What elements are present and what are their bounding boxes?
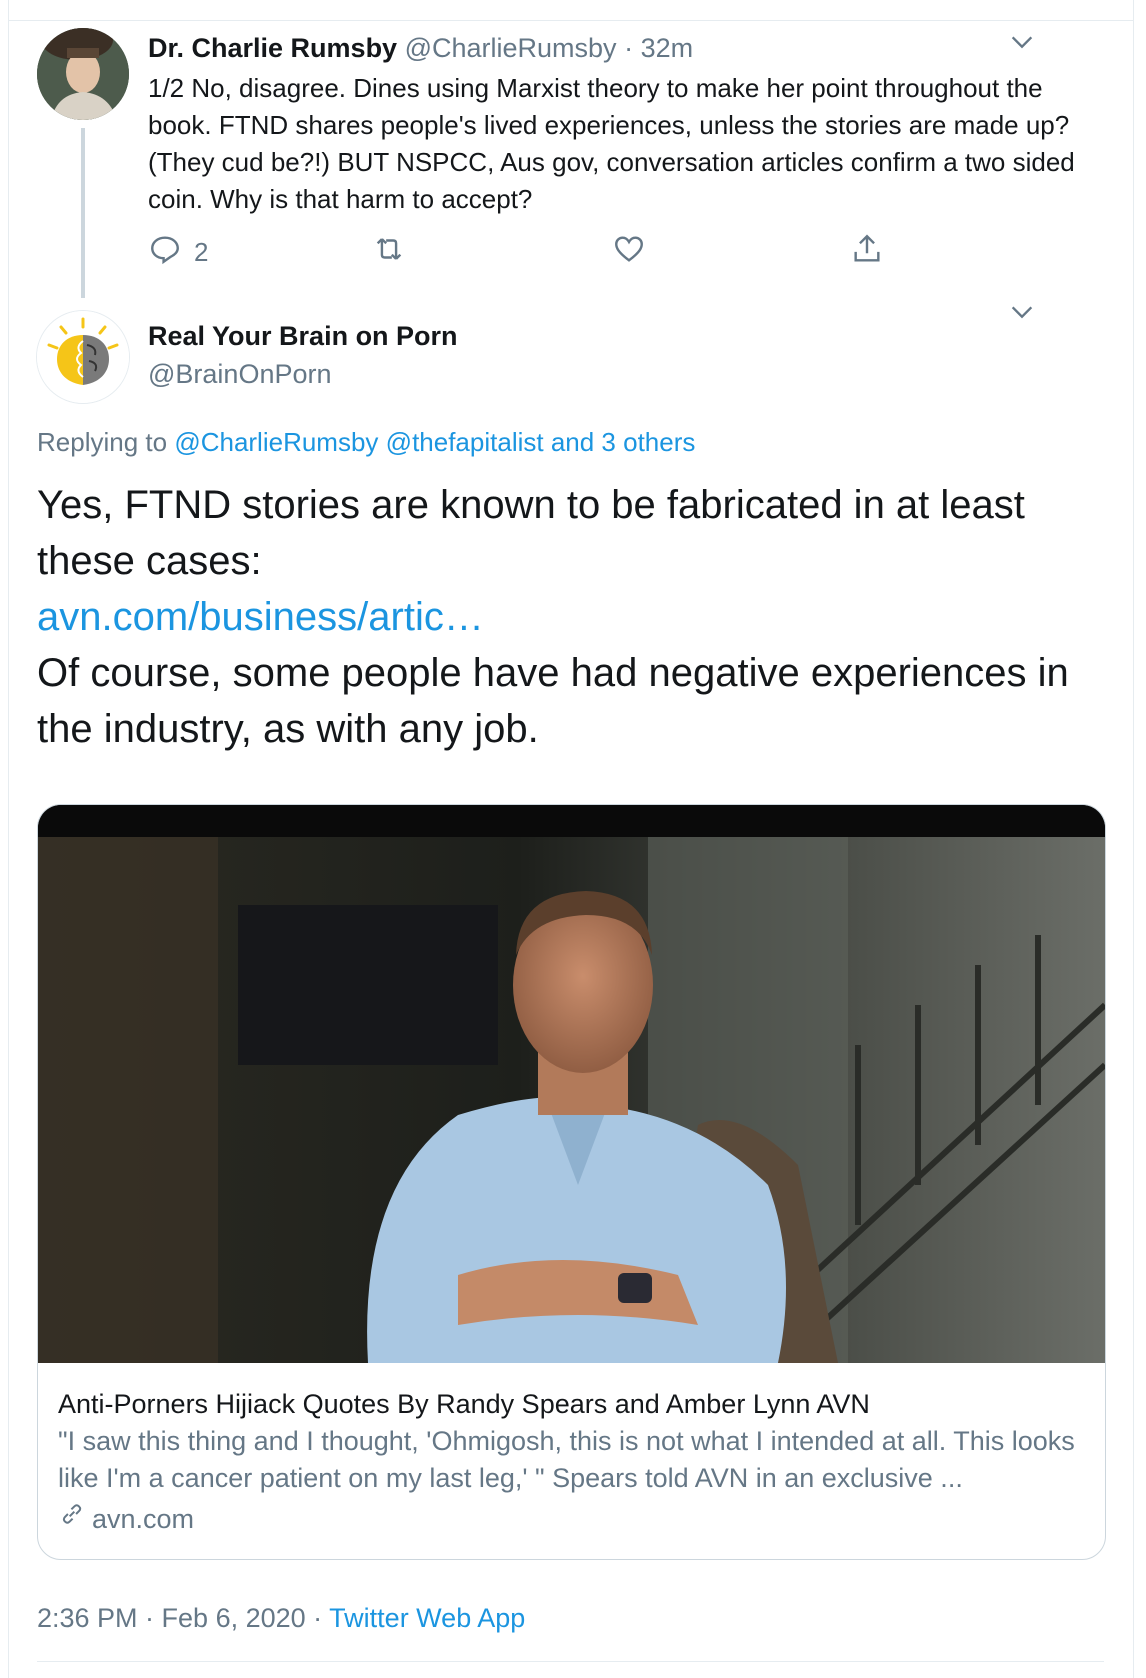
timeline-left-border [8, 0, 9, 1678]
reply-chevron-down-icon[interactable] [1008, 298, 1036, 333]
card-description: "I saw this thing and I thought, 'Ohmigo… [58, 1426, 1075, 1493]
bottom-divider [37, 1661, 1104, 1662]
link-icon [58, 1499, 86, 1539]
reply-tweet-text: Yes, FTND stories are known to be fabric… [37, 477, 1127, 757]
reply-display-name[interactable]: Real Your Brain on Porn [148, 318, 458, 354]
parent-display-name[interactable]: Dr. Charlie Rumsby [148, 33, 397, 63]
chevron-down-icon[interactable] [1008, 28, 1036, 63]
tweet-meta: 2:36 PM · Feb 6, 2020 · Twitter Web App [37, 1600, 525, 1636]
card-domain: avn.com [92, 1504, 195, 1534]
like-button[interactable] [612, 232, 646, 273]
like-icon [612, 232, 646, 273]
card-photo [38, 805, 1105, 1363]
card-text-block: Anti-Porners Hijiack Quotes By Randy Spe… [58, 1385, 1088, 1539]
reply-text-line-1: Yes, FTND stories are known to be fabric… [37, 483, 1025, 583]
reply-button[interactable]: 2 [148, 232, 208, 273]
card-domain-row: avn.com [58, 1499, 1088, 1539]
card-title: Anti-Porners Hijiack Quotes By Randy Spe… [58, 1389, 870, 1419]
meta-separator: · [305, 1603, 330, 1633]
reply-icon [148, 232, 182, 273]
thread-connector-line [81, 128, 85, 298]
article-link[interactable]: avn.com/business/artic… [37, 589, 1127, 645]
retweet-button[interactable] [372, 232, 406, 273]
brainonporn-avatar[interactable] [36, 310, 130, 404]
mention-thefapitalist[interactable]: @thefapitalist [386, 427, 544, 457]
tweet-timestamp[interactable]: 2:36 PM · Feb 6, 2020 [37, 1603, 306, 1633]
mention-charlierumsby[interactable]: @CharlieRumsby [174, 427, 378, 457]
reply-count: 2 [194, 237, 209, 267]
timeline-top-border [8, 20, 1134, 21]
replying-to-line: Replying to @CharlieRumsby @thefapitalis… [37, 424, 695, 460]
share-icon [850, 232, 884, 273]
timeline-right-border [1133, 0, 1134, 1678]
tweet-source-link[interactable]: Twitter Web App [329, 1603, 525, 1633]
replying-prefix: Replying to [37, 427, 175, 457]
retweet-icon [372, 232, 406, 273]
parent-tweet-text: 1/2 No, disagree. Dines using Marxist th… [148, 73, 1075, 214]
reply-text-line-2: Of course, some people have had negative… [37, 651, 1069, 751]
parent-handle[interactable]: @CharlieRumsby [405, 33, 617, 63]
replying-others-link[interactable]: and 3 others [551, 427, 696, 457]
share-button[interactable] [850, 232, 884, 273]
link-preview-card[interactable]: Anti-Porners Hijiack Quotes By Randy Spe… [37, 804, 1106, 1560]
parent-tweet-header: Dr. Charlie Rumsby @CharlieRumsby · 32m [148, 30, 693, 66]
parent-time[interactable]: 32m [641, 33, 694, 63]
charlie-rumsby-avatar[interactable] [37, 28, 129, 120]
reply-handle[interactable]: @BrainOnPorn [148, 356, 332, 392]
header-separator: · [616, 33, 641, 63]
